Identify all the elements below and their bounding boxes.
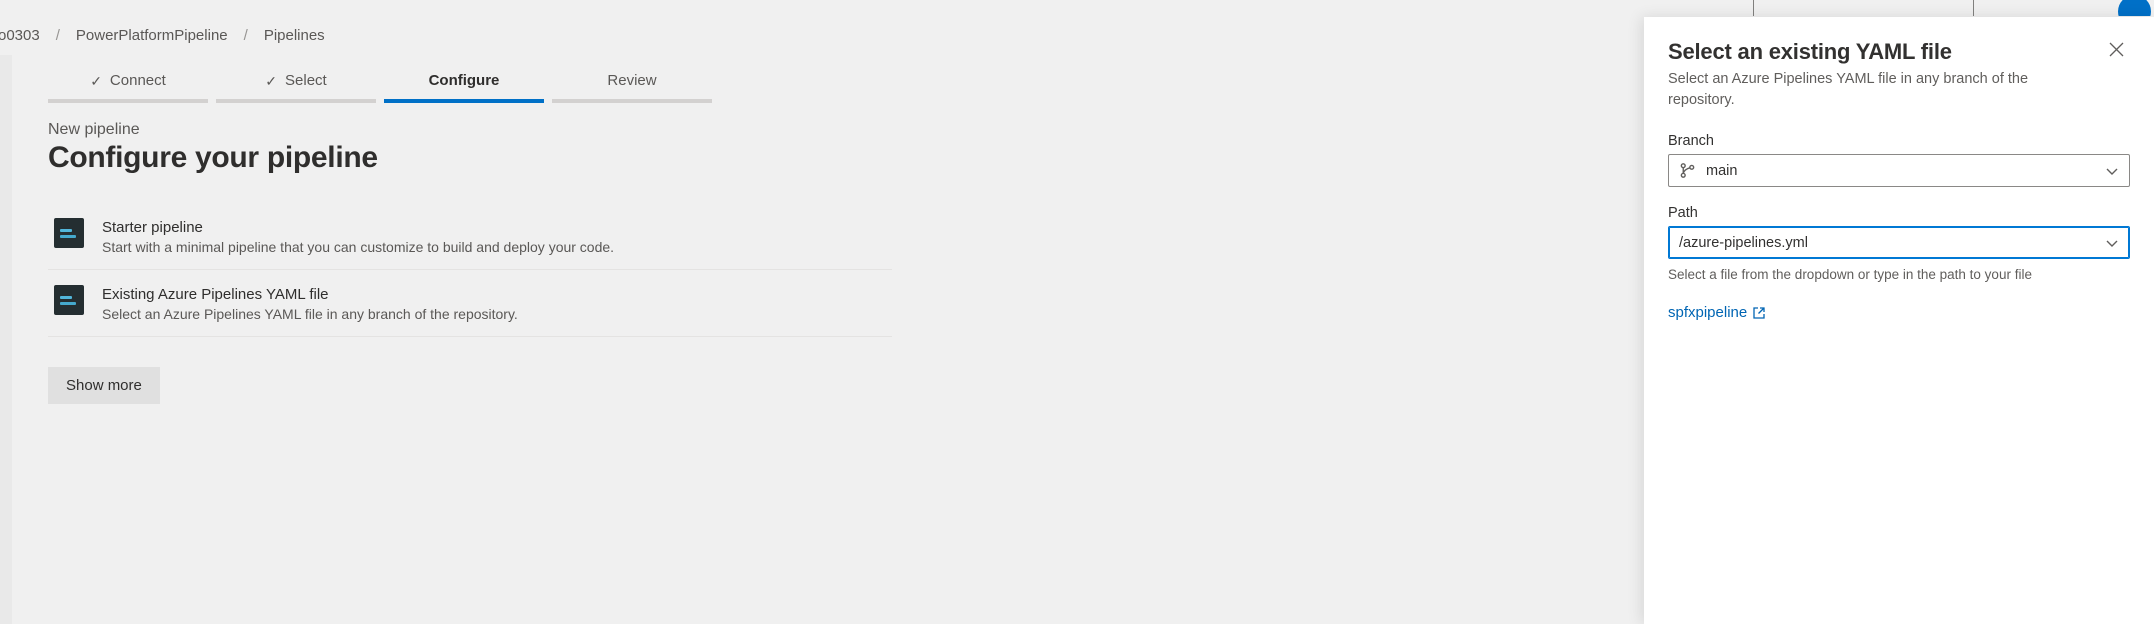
checkmark-icon: ✓ (90, 74, 102, 88)
step-label: Configure (429, 72, 500, 89)
option-existing-yaml[interactable]: Existing Azure Pipelines YAML file Selec… (48, 270, 892, 337)
chevron-down-icon (2105, 164, 2119, 178)
yaml-file-panel: Select an existing YAML file Select an A… (1644, 17, 2154, 624)
path-value: /azure-pipelines.yml (1679, 235, 2095, 251)
chevron-down-icon (2105, 236, 2119, 250)
branch-icon (1679, 162, 1696, 179)
step-label: Select (285, 72, 327, 89)
option-title: Starter pipeline (102, 218, 614, 236)
pipeline-link[interactable]: spfxpipeline (1668, 304, 1766, 321)
option-title: Existing Azure Pipelines YAML file (102, 285, 518, 303)
show-more-button[interactable]: Show more (48, 367, 160, 404)
breadcrumb-item-project[interactable]: PowerPlatformPipeline (76, 27, 228, 44)
breadcrumb-item-org[interactable]: o0303 (0, 27, 40, 44)
close-icon (2109, 42, 2124, 57)
avatar[interactable] (2118, 0, 2151, 17)
path-label: Path (1668, 205, 2130, 221)
path-hint: Select a file from the dropdown or type … (1668, 267, 2130, 282)
external-link-icon (1752, 306, 1766, 320)
option-subtitle: Start with a minimal pipeline that you c… (102, 239, 614, 255)
step-connect[interactable]: ✓ Connect (48, 72, 208, 103)
pipeline-file-icon (54, 285, 84, 315)
link-text: spfxpipeline (1668, 304, 1747, 321)
breadcrumb-separator: / (56, 27, 60, 44)
step-configure[interactable]: Configure (384, 72, 544, 103)
option-subtitle: Select an Azure Pipelines YAML file in a… (102, 306, 518, 322)
panel-title: Select an existing YAML file (1668, 39, 2048, 65)
breadcrumb-item-area[interactable]: Pipelines (264, 27, 325, 44)
checkmark-icon: ✓ (265, 74, 277, 88)
pipeline-file-icon (54, 218, 84, 248)
branch-label: Branch (1668, 133, 2130, 149)
step-label: Connect (110, 72, 166, 89)
step-select[interactable]: ✓ Select (216, 72, 376, 103)
close-button[interactable] (2103, 39, 2130, 63)
page-kicker: New pipeline (48, 121, 892, 139)
breadcrumb-separator: / (244, 27, 248, 44)
path-select[interactable]: /azure-pipelines.yml (1668, 226, 2130, 259)
search-box-fragment[interactable] (1753, 0, 1974, 17)
branch-value: main (1706, 163, 2095, 179)
option-starter-pipeline[interactable]: Starter pipeline Start with a minimal pi… (48, 203, 892, 270)
branch-select[interactable]: main (1668, 154, 2130, 187)
step-review[interactable]: Review (552, 72, 712, 103)
panel-subtitle: Select an Azure Pipelines YAML file in a… (1668, 69, 2048, 111)
step-label: Review (607, 72, 656, 89)
page-title: Configure your pipeline (48, 141, 892, 175)
